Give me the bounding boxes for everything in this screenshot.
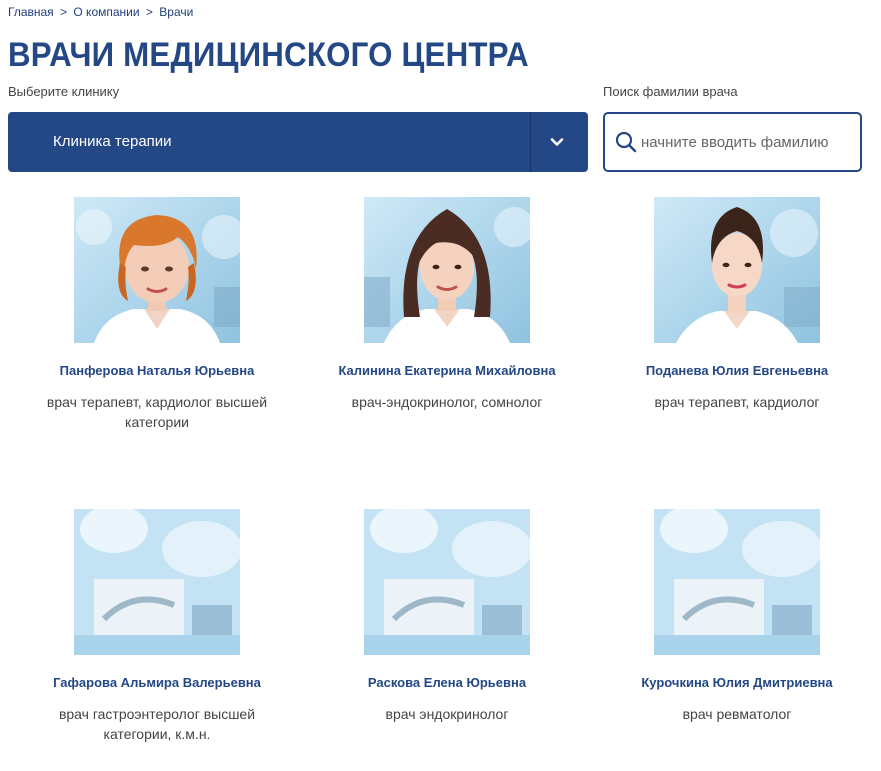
doctor-name[interactable]: Курочкина Юлия Дмитриевна <box>592 675 881 690</box>
doctor-card: Поданева Юлия Евгеньевна врач терапевт, … <box>592 197 881 412</box>
doctor-role: врач эндокринолог <box>385 706 509 722</box>
doctor-card: Панферова Наталья Юрьевна врач терапевт,… <box>12 197 302 432</box>
doctor-card: Гафарова Альмира Валерьевна врач гастроэ… <box>12 509 302 744</box>
chevron-down-icon[interactable] <box>548 133 566 151</box>
placeholder-photo[interactable] <box>74 509 240 655</box>
doctor-name[interactable]: Раскова Елена Юрьевна <box>302 675 592 690</box>
doctor-card: Курочкина Юлия Дмитриевна врач ревматоло… <box>592 509 881 724</box>
breadcrumb-separator: > <box>60 5 68 19</box>
doctor-photo[interactable] <box>654 197 820 343</box>
doctor-name[interactable]: Панферова Наталья Юрьевна <box>12 363 302 378</box>
doctor-name[interactable]: Гафарова Альмира Валерьевна <box>12 675 302 690</box>
breadcrumb-current: Врачи <box>159 5 194 19</box>
search-box <box>603 112 862 172</box>
doctor-name[interactable]: Поданева Юлия Евгеньевна <box>592 363 881 378</box>
breadcrumb-separator: > <box>145 5 153 19</box>
doctor-role: врач терапевт, кардиолог <box>654 394 820 410</box>
doctor-photo[interactable] <box>364 197 530 343</box>
doctor-photo[interactable] <box>74 197 240 343</box>
placeholder-photo[interactable] <box>654 509 820 655</box>
clinic-select[interactable]: Клиника терапии <box>8 112 588 172</box>
doctor-role: врач-эндокринолог, сомнолог <box>351 394 543 410</box>
search-label: Поиск фамилии врача <box>603 84 738 99</box>
breadcrumb-link-about[interactable]: О компании <box>73 5 139 19</box>
breadcrumb-link-home[interactable]: Главная <box>8 5 54 19</box>
doctor-card: Калинина Екатерина Михайловна врач-эндок… <box>302 197 592 412</box>
doctor-card: Раскова Елена Юрьевна врач эндокринолог <box>302 509 592 724</box>
page-title: ВРАЧИ МЕДИЦИНСКОГО ЦЕНТРА <box>8 36 529 74</box>
breadcrumb: Главная > О компании > Врачи <box>8 5 193 19</box>
search-input[interactable] <box>641 124 855 160</box>
doctor-role: врач гастроэнтеролог высшей категории, к… <box>58 706 256 742</box>
doctor-role: врач терапевт, кардиолог высшей категори… <box>46 394 268 430</box>
placeholder-photo[interactable] <box>364 509 530 655</box>
select-divider <box>530 112 531 172</box>
search-icon <box>615 131 637 153</box>
clinic-select-label: Выберите клинику <box>8 84 120 99</box>
doctor-name[interactable]: Калинина Екатерина Михайловна <box>302 363 592 378</box>
doctor-role: врач ревматолог <box>682 706 792 722</box>
clinic-select-value: Клиника терапии <box>53 133 172 150</box>
